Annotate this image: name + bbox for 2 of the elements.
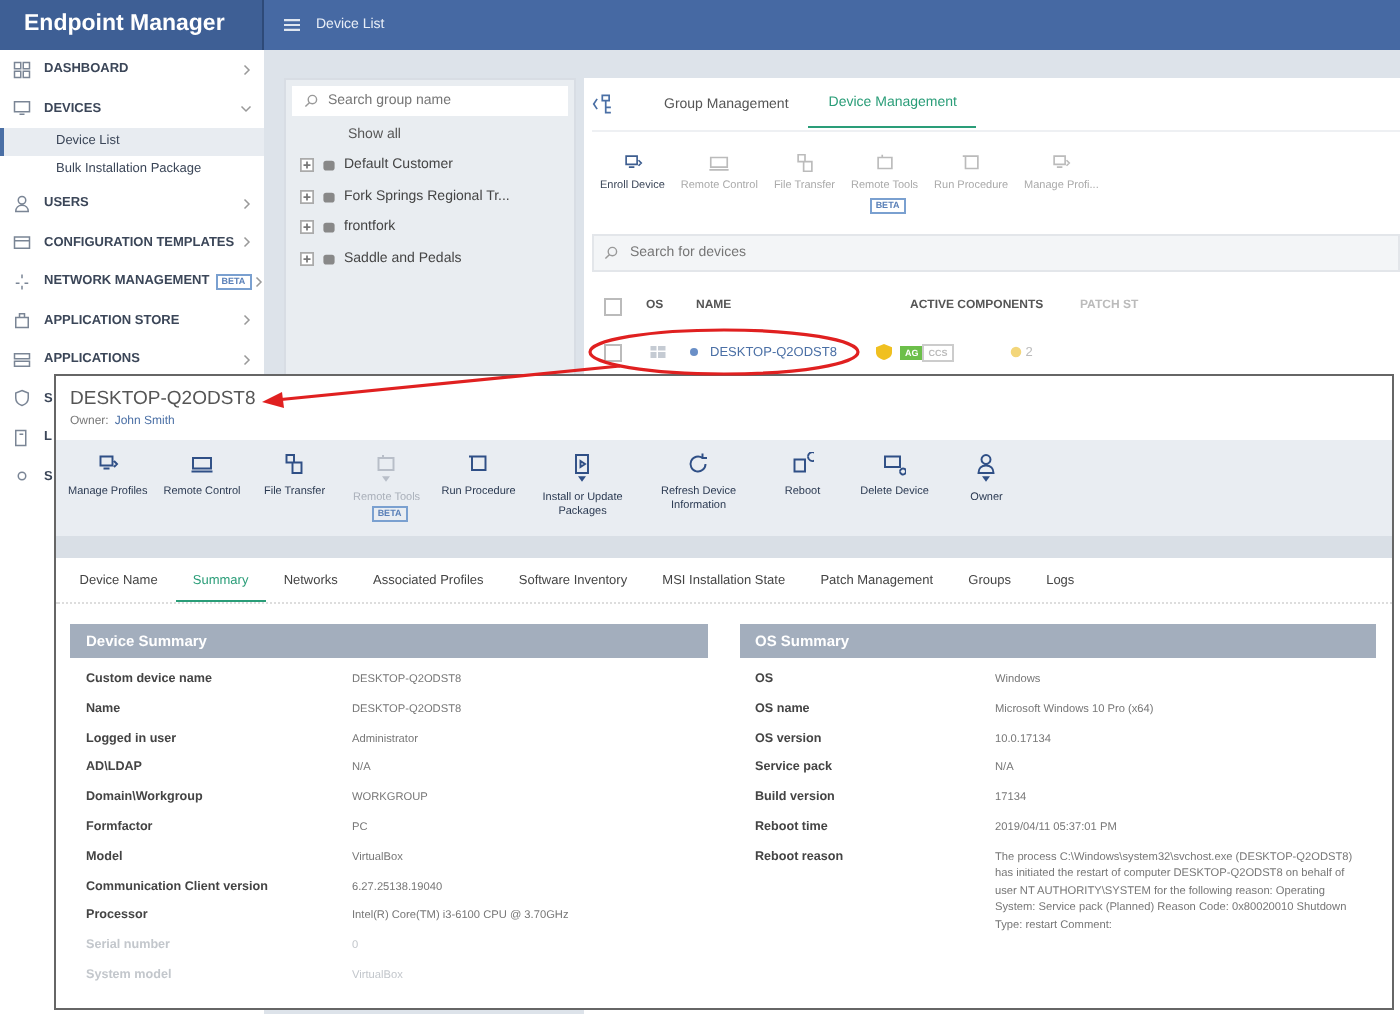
device-title: DESKTOP-Q2ODST8 xyxy=(68,386,258,410)
app-title: Endpoint Manager xyxy=(0,0,264,50)
